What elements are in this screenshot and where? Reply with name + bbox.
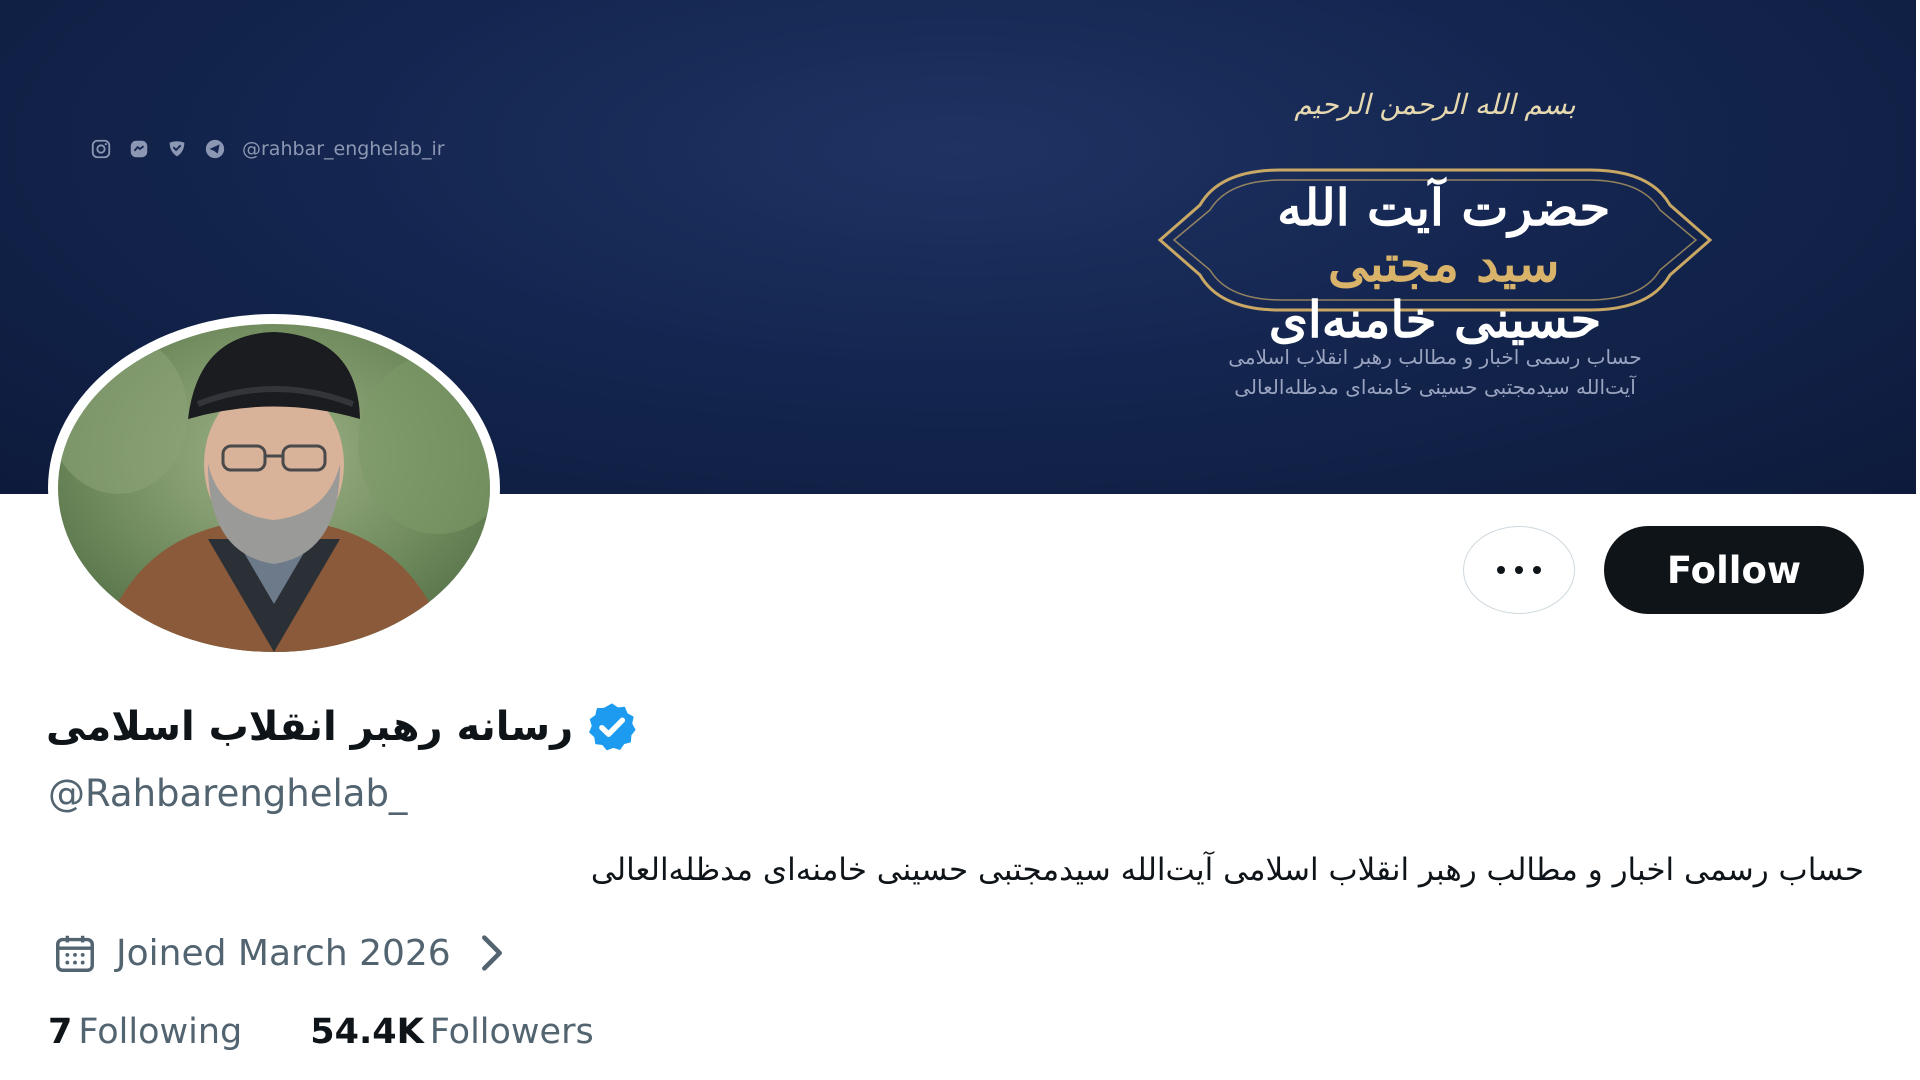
joined-date-row[interactable]: Joined March 2026 <box>52 930 515 976</box>
profile-bio: حساب رسمی اخبار و مطالب رهبر انقلاب اسلا… <box>590 852 1864 888</box>
profile-stats: 7 Following 54.4K Followers <box>48 1012 594 1052</box>
follow-button[interactable]: Follow <box>1604 526 1864 614</box>
more-options-icon <box>1497 566 1505 574</box>
followers-count: 54.4K <box>310 1012 424 1052</box>
more-options-dot <box>1515 566 1523 574</box>
bismillah-text: بسم الله الرحمن الرحیم <box>1294 88 1576 121</box>
banner-title-gold: سید مجتبی <box>1327 234 1560 293</box>
banner-title: حضرت آیت الله سید مجتبی حسینی خامنه‌ای <box>1200 178 1670 348</box>
banner-title-line2: حسینی خامنه‌ای <box>1268 290 1602 349</box>
banner-social-links: @rahbar_enghelab_ir <box>90 138 445 160</box>
display-name: رسانه رهبر انقلاب اسلامی <box>46 704 574 750</box>
verified-badge-icon[interactable] <box>585 700 639 754</box>
banner-subtitle: حساب رسمی اخبار و مطالب رهبر انقلاب اسلا… <box>1160 342 1710 402</box>
following-count: 7 <box>48 1012 73 1052</box>
telegram-icon <box>204 138 226 160</box>
banner-emblem: بسم الله الرحمن الرحیم حضرت آیت الله سید… <box>1140 80 1730 410</box>
profile-name-row: رسانه رهبر انقلاب اسلامی <box>46 700 639 754</box>
followers-link[interactable]: 54.4K Followers <box>310 1012 593 1052</box>
followers-label: Followers <box>429 1012 594 1052</box>
chevron-right-icon <box>481 935 502 971</box>
more-options-button[interactable] <box>1463 526 1575 614</box>
banner-social-handle: @rahbar_enghelab_ir <box>242 138 445 160</box>
following-label: Following <box>78 1012 243 1052</box>
banner-title-line1: حضرت آیت الله <box>1277 178 1611 237</box>
profile-handle: @Rahbarenghelab_ <box>48 772 408 815</box>
banner-subtitle-line1: حساب رسمی اخبار و مطالب رهبر انقلاب اسلا… <box>1228 345 1642 369</box>
more-options-dot <box>1533 566 1541 574</box>
profile-avatar[interactable] <box>48 314 500 662</box>
following-link[interactable]: 7 Following <box>48 1012 242 1052</box>
calendar-icon <box>56 935 94 972</box>
banner-subtitle-line2: آیت‌الله سیدمجتبی حسینی خامنه‌ای مدظله‌ا… <box>1234 375 1636 399</box>
joined-date-text: Joined March 2026 <box>116 932 451 974</box>
messenger-icon <box>128 138 150 160</box>
shield-icon <box>166 138 188 160</box>
instagram-icon <box>90 138 112 160</box>
